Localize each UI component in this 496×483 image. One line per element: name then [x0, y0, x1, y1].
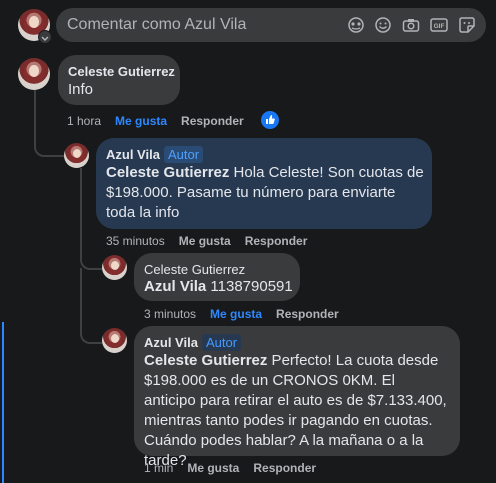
like-reaction-icon[interactable]: [261, 111, 279, 129]
camera-icon[interactable]: [402, 17, 420, 33]
comment-bubble: Azul Vila Autor Celeste Gutierrez Hola Ce…: [96, 138, 432, 229]
avatar[interactable]: [102, 328, 127, 353]
comment-author[interactable]: Azul Vila: [106, 147, 160, 162]
comment-actions: 35 minutos Me gusta Responder: [106, 234, 321, 248]
comment-text: Info: [68, 81, 94, 98]
comment-time[interactable]: 3 minutos: [144, 307, 196, 321]
comment-actions: 1 hora Me gusta Responder: [67, 114, 258, 128]
author-badge: Autor: [201, 334, 242, 351]
avatar-sticker-icon[interactable]: [347, 17, 365, 33]
like-button[interactable]: Me gusta: [115, 114, 167, 128]
author-badge: Autor: [163, 146, 204, 163]
avatar[interactable]: [102, 255, 127, 280]
comment-text: Celeste Gutierrez Perfecto! La cuota des…: [144, 351, 450, 471]
comment-time[interactable]: 1 min: [144, 461, 173, 475]
comment-author[interactable]: Azul Vila: [144, 335, 198, 350]
sticker-icon[interactable]: [458, 17, 476, 33]
comment-text: Celeste Gutierrez Hola Celeste! Son cuot…: [106, 163, 424, 223]
comment-time[interactable]: 35 minutos: [106, 234, 165, 248]
mention-link[interactable]: Azul Vila: [144, 278, 206, 295]
reply-button[interactable]: Responder: [181, 114, 244, 128]
comment-input-placeholder: Comentar como Azul Vila: [67, 16, 247, 33]
reply-button[interactable]: Responder: [276, 307, 339, 321]
mention-link[interactable]: Celeste Gutierrez: [144, 352, 267, 369]
comment-input[interactable]: Comentar como Azul Vila GIF: [56, 8, 486, 42]
comment-body: Perfecto! La cuota desde $198.000 es de …: [144, 352, 447, 469]
avatar[interactable]: [18, 58, 50, 90]
mention-link[interactable]: Celeste Gutierrez: [106, 164, 229, 181]
thread-line: [34, 88, 64, 157]
comment-bubble: Azul Vila Autor Celeste Gutierrez Perfect…: [134, 326, 460, 469]
like-button[interactable]: Me gusta: [210, 307, 262, 321]
reply-button[interactable]: Responder: [245, 234, 308, 248]
thread-highlight-bar: [2, 322, 4, 483]
thread-line: [80, 268, 102, 344]
comment-actions: 3 minutos Me gusta Responder: [144, 307, 353, 321]
comment-body: 1138790591: [206, 278, 293, 295]
comment-actions: 1 min Me gusta Responder: [144, 461, 330, 475]
comment-time[interactable]: 1 hora: [67, 114, 101, 128]
comment-text: Azul Vila 1138790591: [144, 277, 293, 297]
gif-icon[interactable]: GIF: [430, 17, 448, 33]
avatar-dropdown-icon[interactable]: [38, 30, 52, 44]
comment-bubble: Celeste Gutierrez Info: [58, 55, 180, 105]
comment-author[interactable]: Celeste Gutierrez: [68, 64, 175, 79]
like-button[interactable]: Me gusta: [179, 234, 231, 248]
like-button[interactable]: Me gusta: [187, 461, 239, 475]
svg-text:GIF: GIF: [434, 23, 445, 30]
avatar[interactable]: [64, 143, 89, 168]
comment-author[interactable]: Celeste Gutierrez: [144, 262, 245, 277]
emoji-icon[interactable]: [374, 17, 392, 33]
reply-button[interactable]: Responder: [253, 461, 316, 475]
comment-bubble: Celeste Gutierrez Azul Vila 1138790591: [134, 253, 300, 301]
